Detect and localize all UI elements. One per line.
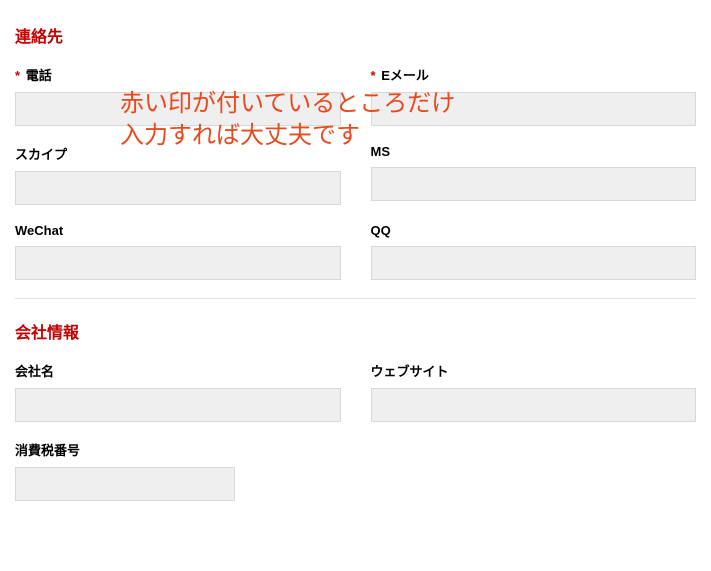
company-name-label: 会社名 <box>15 361 341 380</box>
required-marker-icon: * <box>15 68 20 83</box>
website-input[interactable] <box>371 388 697 422</box>
col-phone: * 電話 <box>15 65 341 126</box>
row-phone-email: * 電話 * Eメール <box>15 65 696 126</box>
website-label: ウェブサイト <box>371 361 697 380</box>
wechat-input[interactable] <box>15 246 341 280</box>
qq-label: QQ <box>371 223 697 238</box>
wechat-label: WeChat <box>15 223 341 238</box>
col-company-name: 会社名 <box>15 361 341 422</box>
col-ms: MS <box>371 144 697 205</box>
ms-label: MS <box>371 144 697 159</box>
col-qq: QQ <box>371 223 697 280</box>
tax-number-label: 消費税番号 <box>15 440 235 459</box>
phone-input[interactable] <box>15 92 341 126</box>
tax-number-input[interactable] <box>15 467 235 501</box>
col-email: * Eメール <box>371 65 697 126</box>
skype-input[interactable] <box>15 171 341 205</box>
row-tax: 消費税番号 <box>15 440 696 501</box>
section-divider <box>15 298 696 299</box>
company-section-heading: 会社情報 <box>15 319 696 343</box>
required-marker-icon: * <box>371 68 376 83</box>
email-input[interactable] <box>371 92 697 126</box>
col-tax-number: 消費税番号 <box>15 440 235 501</box>
skype-label: スカイプ <box>15 144 341 163</box>
row-skype-ms: スカイプ MS <box>15 144 696 205</box>
email-label-text: Eメール <box>381 68 429 83</box>
ms-input[interactable] <box>371 167 697 201</box>
row-company-website: 会社名 ウェブサイト <box>15 361 696 422</box>
email-label: * Eメール <box>371 65 697 84</box>
phone-label-text: 電話 <box>26 68 52 83</box>
col-skype: スカイプ <box>15 144 341 205</box>
qq-input[interactable] <box>371 246 697 280</box>
contact-section-heading: 連絡先 <box>15 23 696 47</box>
row-wechat-qq: WeChat QQ <box>15 223 696 280</box>
company-name-input[interactable] <box>15 388 341 422</box>
phone-label: * 電話 <box>15 65 341 84</box>
col-wechat: WeChat <box>15 223 341 280</box>
col-website: ウェブサイト <box>371 361 697 422</box>
